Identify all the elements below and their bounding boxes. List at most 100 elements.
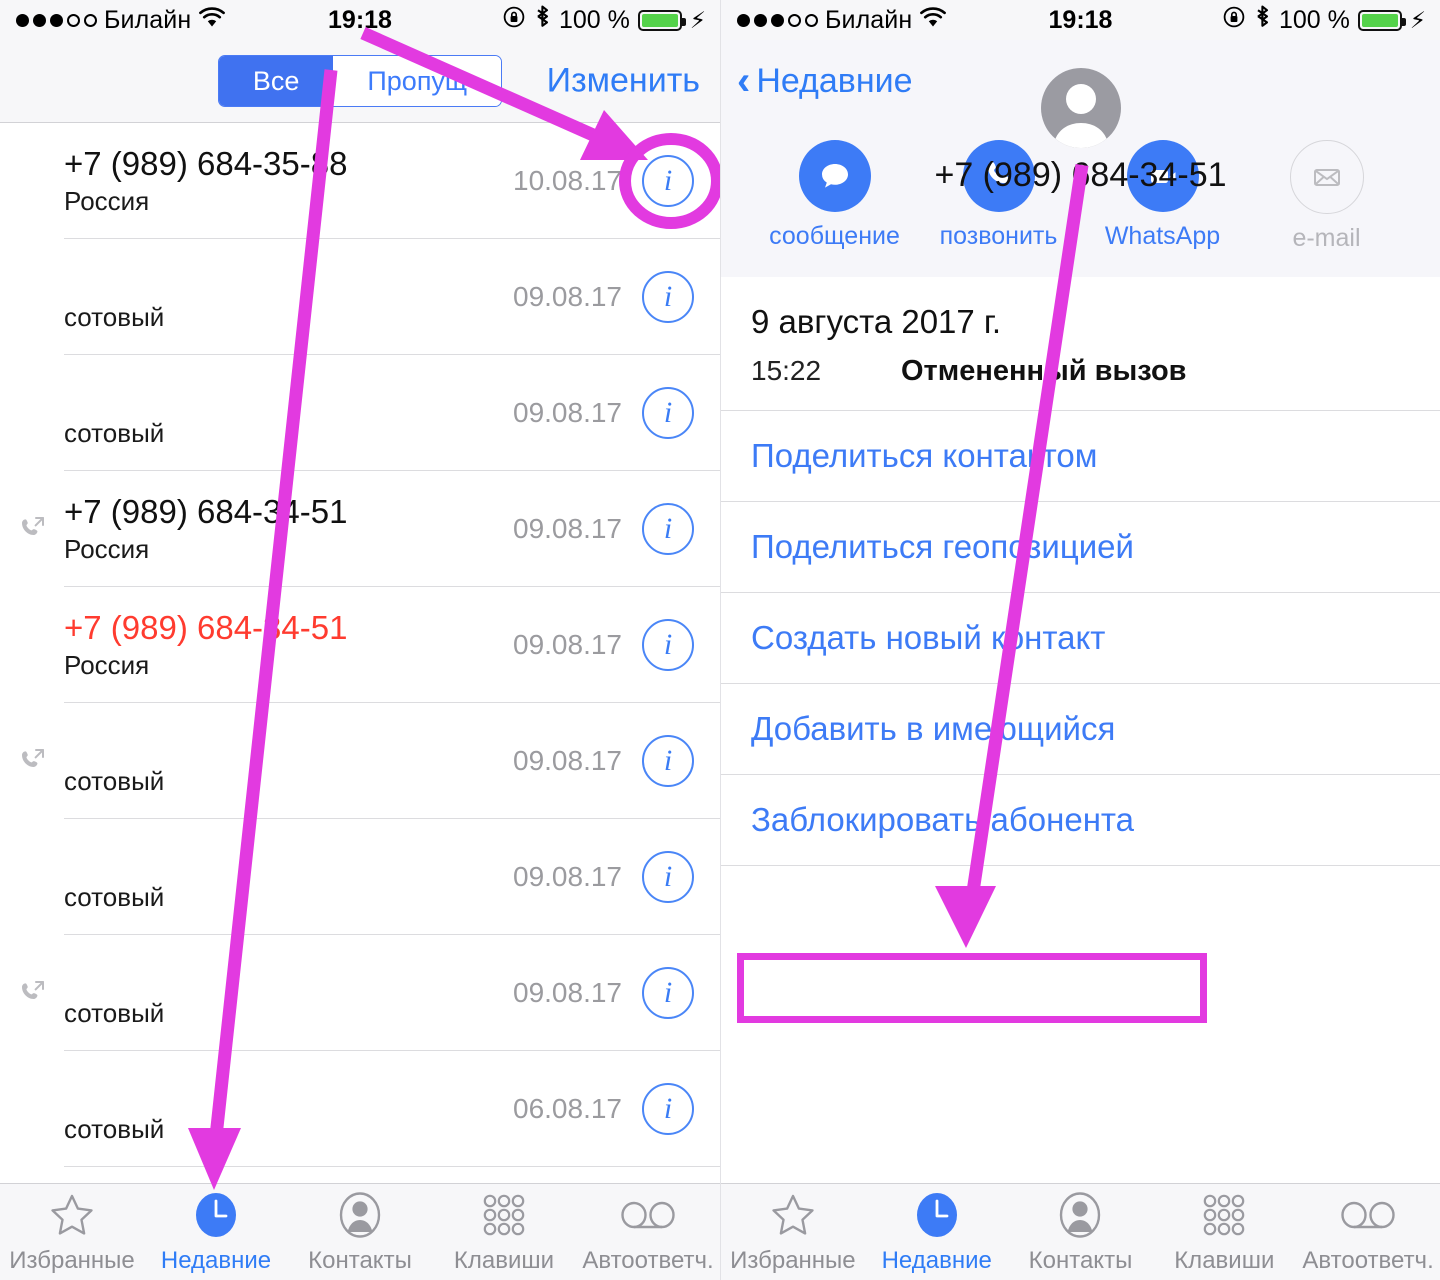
info-icon[interactable]: i <box>642 155 694 207</box>
call-row-text: сотовый <box>64 727 513 795</box>
call-list-row[interactable]: сотовый 09.08.17 i <box>0 355 720 471</box>
recent-calls-list[interactable]: +7 (989) 684-35-88 Россия 10.08.17 i сотовы… <box>0 123 720 1183</box>
call-list-row[interactable]: сотовый 09.08.17 i <box>0 703 720 819</box>
call-row-subtitle: сотовый <box>64 1113 165 1144</box>
tab-star[interactable]: Избранные <box>721 1189 865 1275</box>
tab-clock[interactable]: Недавние <box>865 1189 1009 1275</box>
avatar <box>1040 68 1121 148</box>
call-row-title: +7 (989) 684-35-88 <box>64 145 348 183</box>
tab-label: Недавние <box>160 1247 272 1274</box>
call-history-row: 15:22 Отмененный вызов <box>721 341 1440 411</box>
tab-person[interactable]: Контакты <box>288 1189 432 1275</box>
call-row-text: сотовый <box>64 1075 513 1143</box>
call-row-date: 09.08.17 <box>513 629 622 660</box>
quick-action-label: сообщение <box>769 222 900 250</box>
call-list-row[interactable]: +7 (989) 684-35-88 Россия 10.08.17 i <box>0 123 720 239</box>
tab-star[interactable]: Избранные <box>0 1189 144 1275</box>
call-row-subtitle: сотовый <box>64 997 165 1028</box>
tab-label: Автоответч. <box>582 1247 714 1274</box>
call-row-subtitle: сотовый <box>64 881 165 912</box>
outgoing-call-icon <box>0 514 64 544</box>
voicemail-icon <box>619 1189 677 1241</box>
info-icon[interactable]: i <box>642 387 694 439</box>
call-row-text: +7 (989) 684-35-88 Россия <box>64 145 513 215</box>
segment-missed[interactable]: Пропущ <box>333 56 502 106</box>
call-row-date: 09.08.17 <box>513 513 622 544</box>
status-bar-left: Билайн 19:18 100 % ⚡ <box>0 0 720 40</box>
contact-action-link[interactable]: Поделиться геопозицией <box>721 502 1440 593</box>
tab-keypad[interactable]: Клавиши <box>1152 1189 1296 1275</box>
call-time: 15:22 <box>751 355 822 386</box>
quick-action-label: позвонить <box>939 222 1058 250</box>
call-type: Отмененный вызов <box>901 355 1187 387</box>
call-row-text: сотовый <box>64 959 513 1027</box>
call-list-row[interactable]: сотовый 09.08.17 i <box>0 935 720 1051</box>
person-icon <box>336 1189 384 1241</box>
info-icon[interactable]: i <box>642 271 694 323</box>
tab-label: Автоответч. <box>1302 1247 1434 1274</box>
call-list-row[interactable]: +7 (989) 684-34-51 Россия 09.08.17 i <box>0 471 720 587</box>
info-icon[interactable]: i <box>642 735 694 787</box>
info-icon[interactable]: i <box>642 503 694 555</box>
tab-voicemail[interactable]: Автоответч. <box>576 1189 720 1275</box>
keypad-icon <box>1200 1189 1248 1241</box>
outgoing-call-icon <box>0 746 64 776</box>
contact-action-link[interactable]: Создать новый контакт <box>721 593 1440 684</box>
info-icon[interactable]: i <box>642 967 694 1019</box>
info-icon[interactable]: i <box>642 851 694 903</box>
info-icon[interactable]: i <box>642 619 694 671</box>
history-date-heading: 9 августа 2017 г. <box>751 303 1002 340</box>
call-list-row[interactable]: сотовый 09.08.17 i <box>0 819 720 935</box>
person-icon <box>1056 1189 1104 1241</box>
contact-identity: +7 (989) 684-34-51 <box>721 68 1440 195</box>
tab-keypad[interactable]: Клавиши <box>432 1189 576 1275</box>
call-list-row[interactable]: сотовый 06.08.17 i <box>0 1051 720 1167</box>
contact-header: ‹ Недавние +7 (989) 684-34-51 сообщение п… <box>721 40 1440 277</box>
call-row-text: +7 (989) 684-34-51 Россия <box>64 610 513 679</box>
star-icon <box>769 1189 817 1241</box>
screenshot-root: Билайн 19:18 100 % ⚡ Все Пропущ Изменить… <box>0 0 1440 1280</box>
contact-action-link[interactable]: Заблокировать абонента <box>721 775 1440 866</box>
info-icon[interactable]: i <box>642 1083 694 1135</box>
call-row-date: 09.08.17 <box>513 745 622 776</box>
tab-clock[interactable]: Недавние <box>144 1189 288 1275</box>
call-row-text: +7 (989) 684-34-51 Россия <box>64 494 513 564</box>
call-row-date: 10.08.17 <box>513 165 622 196</box>
call-row-text: сотовый <box>64 843 513 911</box>
tab-bar-right[interactable]: Избранные Недавние Контакты Клавиши Автоотве… <box>721 1183 1440 1280</box>
tab-label: Избранные <box>730 1247 856 1274</box>
call-row-text: сотовый <box>64 263 513 331</box>
clock-icon <box>913 1189 961 1241</box>
clock-icon <box>192 1189 240 1241</box>
tab-bar-left[interactable]: Избранные Недавние Контакты Клавиши Автоотве… <box>0 1183 720 1280</box>
tab-voicemail[interactable]: Автоответч. <box>1296 1189 1440 1275</box>
call-list-row[interactable]: сотовый 09.08.17 i <box>0 239 720 355</box>
contact-detail-body: 9 августа 2017 г. 15:22 Отмененный вызов… <box>721 277 1440 866</box>
right-nav-bar: ‹ Недавние +7 (989) 684-34-51 <box>721 40 1440 194</box>
tab-label: Клавиши <box>1174 1247 1275 1274</box>
contact-action-link[interactable]: Поделиться контактом <box>721 411 1440 502</box>
call-row-subtitle: Россия <box>64 533 150 564</box>
contact-action-links[interactable]: Поделиться контактом Поделиться геопозици… <box>721 411 1440 866</box>
block-subscriber-highlight-box <box>737 953 1207 1023</box>
call-row-subtitle: сотовый <box>64 417 165 448</box>
call-row-subtitle: сотовый <box>64 765 165 796</box>
call-row-text: сотовый <box>64 379 513 447</box>
tab-label: Клавиши <box>453 1247 555 1274</box>
tab-person[interactable]: Контакты <box>1009 1189 1153 1275</box>
contact-action-link[interactable]: Добавить в имеющийся <box>721 684 1440 775</box>
edit-button[interactable]: Изменить <box>547 62 700 101</box>
outgoing-call-icon <box>0 978 64 1008</box>
battery-icon <box>637 9 686 31</box>
call-row-subtitle: сотовый <box>64 301 165 332</box>
call-row-date: 09.08.17 <box>513 281 622 312</box>
call-row-date: 09.08.17 <box>513 397 622 428</box>
tab-label: Избранные <box>9 1247 135 1274</box>
right-phone-screen: Билайн 19:18 100 % ⚡ ‹ Недавние +7 (989)… <box>720 0 1440 1280</box>
quick-action-label: e-mail <box>1292 224 1361 252</box>
segmented-control[interactable]: Все Пропущ <box>217 55 503 107</box>
clock-label: 19:18 <box>328 5 392 34</box>
clock-label: 19:18 <box>1048 5 1113 34</box>
call-list-row[interactable]: +7 (989) 684-34-51 Россия 09.08.17 i <box>0 587 720 703</box>
segment-all[interactable]: Все <box>218 56 334 106</box>
